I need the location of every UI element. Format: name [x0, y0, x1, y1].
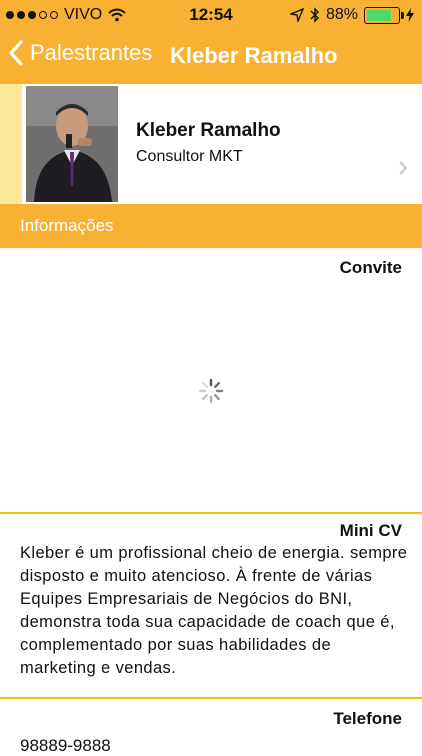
minicv-text: Kleber é um profissional cheio de energi…: [20, 544, 408, 677]
telefone-value[interactable]: 98889-9888: [20, 736, 111, 756]
loading-spinner-icon: [198, 378, 224, 404]
informacoes-label: Informações: [20, 216, 114, 235]
back-label: Palestrantes: [30, 40, 153, 65]
back-chevron-icon: [9, 40, 23, 66]
location-arrow-icon: [289, 8, 304, 22]
speaker-name: Kleber Ramalho: [136, 120, 281, 141]
top-bar: VIVO 12:54 88% Palestrantes Kleber Ramal…: [0, 0, 422, 84]
charging-bolt-icon: [406, 8, 414, 22]
battery-percent: 88%: [325, 6, 358, 23]
section-divider: [0, 512, 422, 514]
convite-label: Convite: [339, 258, 402, 277]
photo-accent-strip: [0, 84, 22, 204]
speaker-photo: [26, 86, 118, 202]
section-divider: [0, 697, 422, 699]
disclosure-chevron-icon: [399, 161, 408, 175]
minicv-label: Mini CV: [339, 521, 402, 540]
informacoes-header: Informações: [0, 204, 422, 248]
back-button[interactable]: Palestrantes: [8, 40, 152, 66]
page-title: Kleber Ramalho: [170, 43, 338, 68]
battery-icon: [364, 6, 404, 24]
speaker-role: Consultor MKT: [136, 148, 243, 165]
telefone-label: Telefone: [333, 709, 402, 728]
bluetooth-icon: [310, 7, 319, 23]
speaker-profile-row[interactable]: Kleber Ramalho Consultor MKT: [0, 84, 422, 204]
status-right: 88%: [289, 6, 414, 24]
navigation-bar: Palestrantes Kleber Ramalho: [0, 34, 422, 78]
status-bar: VIVO 12:54 88%: [0, 0, 422, 30]
